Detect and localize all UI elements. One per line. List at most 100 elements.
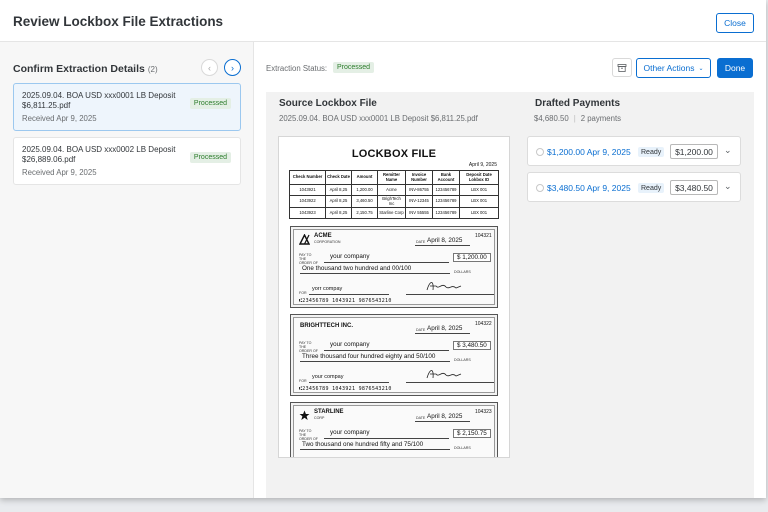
previous-button[interactable]: ‹ <box>201 59 218 76</box>
payment-radio[interactable] <box>536 148 544 156</box>
check-company-sub: CORPORATION <box>314 240 341 244</box>
payment-link[interactable]: $3,480.50 Apr 9, 2025 <box>547 183 631 193</box>
column-header: Check Date <box>325 170 352 185</box>
table-cell: 123456789 <box>432 184 460 196</box>
payments-total: $4,680.50 <box>534 114 569 123</box>
received-date: Received Apr 9, 2025 <box>22 114 97 123</box>
check-micr: ⑆23456789 1043921 9876543210 <box>299 386 392 392</box>
extraction-status-badge: Processed <box>333 62 375 73</box>
check-payee: your company <box>330 341 370 348</box>
check-payee: your company <box>330 253 370 260</box>
file-name: 2025.09.04. BOA USD xxx0002 LB Deposit $… <box>22 145 176 164</box>
panel-title-text: Confirm Extraction Details <box>13 63 145 75</box>
check-date-label: DATE <box>416 416 426 420</box>
table-cell: Acme <box>377 184 406 196</box>
table-cell: LBX 001 <box>459 184 499 196</box>
table-cell: 1043922 <box>289 194 326 209</box>
received-date: Received Apr 9, 2025 <box>22 168 97 177</box>
scrollbar[interactable] <box>764 42 766 498</box>
star-logo-icon <box>299 410 310 420</box>
check-image: BRIGHTTECH INC. DATE April 8, 2025 10432… <box>290 314 498 396</box>
chevron-down-icon[interactable]: ⌄ <box>724 145 732 156</box>
done-button[interactable]: Done <box>717 58 753 78</box>
chevron-down-icon: ⌄ <box>698 65 704 72</box>
check-payee: your company <box>330 429 370 436</box>
signature-icon <box>426 282 462 291</box>
pay-to-label: PAY TO THE ORDER OF <box>299 341 318 353</box>
panel-title: Confirm Extraction Details (2) <box>13 63 158 75</box>
table-row: 1043923 April 8,25 2,150.75 Starline Corp IN… <box>289 207 499 220</box>
document-viewer[interactable]: LOCKBOX FILE April 9, 2025 Check Number … <box>278 136 510 458</box>
payment-link[interactable]: $1,200.00 Apr 9, 2025 <box>547 147 631 157</box>
column-header: Check Number <box>289 170 326 185</box>
check-company: STARLINE <box>314 409 344 415</box>
column-header: Invoice Number <box>405 170 433 185</box>
column-header: Bank Account <box>432 170 460 185</box>
check-image: STARLINE CORP DATE April 8, 2025 104323 … <box>290 402 498 457</box>
next-button[interactable]: › <box>224 59 241 76</box>
table-cell: BrighTech Inc <box>377 194 406 209</box>
payment-date: Apr 9, 2025 <box>586 183 631 193</box>
list-item[interactable]: 2025.09.04. BOA USD xxx0002 LB Deposit $… <box>13 137 241 185</box>
payment-row[interactable]: $3,480.50 Apr 9, 2025 Ready $3,480.50 ⌄ <box>527 172 741 202</box>
extraction-status-label: Extraction Status: <box>266 64 328 73</box>
payment-status-badge: Ready <box>638 183 665 193</box>
check-date: April 8, 2025 <box>427 413 463 420</box>
other-actions-button[interactable]: Other Actions ⌄ <box>636 58 711 78</box>
check-number: 104322 <box>475 321 492 327</box>
list-item[interactable]: 2025.09.04. BOA USD xxx0001 LB Deposit $… <box>13 83 241 131</box>
check-amount-words: Three thousand four hundred eighty and 5… <box>302 353 436 360</box>
payment-amount-input[interactable]: $1,200.00 <box>670 144 718 159</box>
payment-row[interactable]: $1,200.00 Apr 9, 2025 Ready $1,200.00 ⌄ <box>527 136 741 166</box>
table-cell: INV 55555 <box>405 207 433 220</box>
lockbox-title: LOCKBOX FILE <box>351 148 437 160</box>
chevron-right-icon: › <box>231 62 234 73</box>
check-memo: your compay <box>312 374 344 380</box>
status-badge: Processed <box>189 152 231 163</box>
dollars-label: DOLLARS <box>454 270 471 274</box>
check-amount-words: One thousand two hundred and 00/100 <box>302 265 412 272</box>
source-filename: 2025.09.04. BOA USD xxx0001 LB Deposit $… <box>279 114 478 123</box>
signature-icon <box>426 370 462 379</box>
column-header: Remitter Name <box>377 170 406 185</box>
table-cell: LBX 001 <box>459 194 499 209</box>
memo-label: FOR <box>299 291 307 295</box>
check-amount-words: Two thousand one hundred fifty and 75/10… <box>302 441 424 448</box>
payment-amount-input[interactable]: $3,480.50 <box>670 180 718 195</box>
check-number: 104323 <box>475 409 492 415</box>
table-row: 1043922 April 8,25 3,460.50 BrighTech Inc IN… <box>289 194 499 209</box>
acme-logo-icon <box>299 234 310 245</box>
payment-date: Apr 9, 2025 <box>586 147 631 157</box>
item-count: (2) <box>147 65 158 74</box>
table-cell: 123456789 <box>432 207 460 220</box>
check-amount: $ 1,200.00 <box>453 253 491 262</box>
memo-label: FOR <box>299 379 307 383</box>
payments-summary: $4,680.50 | 2 payments <box>534 114 622 123</box>
chevron-left-icon: ‹ <box>208 62 211 73</box>
check-date: April 8, 2025 <box>427 325 463 332</box>
table-cell: April 8,25 <box>325 184 352 196</box>
payment-radio[interactable] <box>536 184 544 192</box>
check-amount: $ 2,150.75 <box>453 429 491 438</box>
table-cell: 1,200.00 <box>351 184 378 196</box>
check-date-label: DATE <box>416 328 426 332</box>
drafted-payments-title: Drafted Payments <box>535 98 621 109</box>
check-image: ACME CORPORATION DATE April 8, 2025 1043… <box>290 226 498 308</box>
table-cell: INV-12345 <box>405 194 433 209</box>
check-company: BRIGHTTECH INC. <box>300 323 353 329</box>
dollars-label: DOLLARS <box>454 446 471 450</box>
payment-amount: $3,480.50 <box>547 183 585 193</box>
check-memo: yorr compay <box>312 286 343 292</box>
detail-panel: Extraction Status: Processed Other Actio… <box>255 42 766 498</box>
chevron-down-icon[interactable]: ⌄ <box>724 181 732 192</box>
pay-to-label: PAY TO THE ORDER OF <box>299 253 318 265</box>
archive-button[interactable] <box>612 58 632 77</box>
column-header: Deposit Date Lokbox ID <box>459 170 499 185</box>
check-micr: ⑆23456789 1043921 9876543210 <box>299 298 392 304</box>
close-button[interactable]: Close <box>716 13 754 33</box>
dollars-label: DOLLARS <box>454 358 471 362</box>
table-cell: INV-86755 <box>405 184 433 196</box>
payment-amount: $1,200.00 <box>547 147 585 157</box>
check-company-sub: CORP <box>314 416 325 420</box>
table-row: 1043921 April 8,25 1,200.00 Acme INV-86755 12… <box>289 184 499 196</box>
